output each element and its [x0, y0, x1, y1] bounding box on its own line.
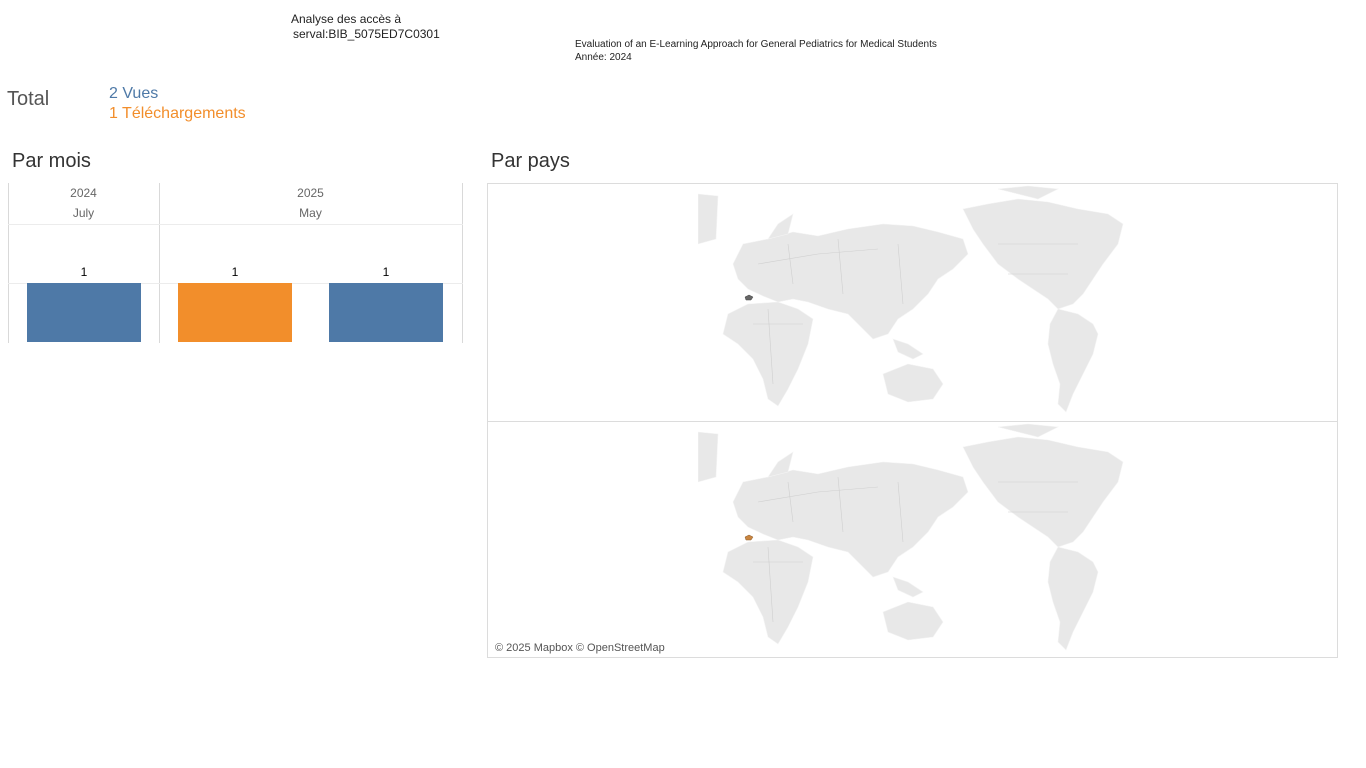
record-id: serval:BIB_5075ED7C0301 — [293, 27, 440, 41]
monthly-bar-chart[interactable]: 2024 July 2025 May 1 1 1 — [8, 183, 463, 343]
world-map-downloads — [698, 423, 1124, 651]
publication-title: Evaluation of an E-Learning Approach for… — [575, 39, 937, 50]
publication-header: Evaluation of an E-Learning Approach for… — [575, 38, 937, 64]
total-views: 2 Vues — [109, 85, 159, 102]
world-map-views — [698, 185, 1124, 413]
analysis-title: Analyse des accès à — [291, 12, 402, 26]
map-panel-views[interactable] — [698, 184, 1128, 420]
year-label-2024: 2024 — [70, 186, 97, 200]
map-attribution[interactable]: © 2025 Mapbox © OpenStreetMap — [495, 642, 665, 654]
chart-right-border — [462, 183, 463, 343]
country-map[interactable]: © 2025 Mapbox © OpenStreetMap — [487, 183, 1338, 658]
bar-value-label: 1 — [231, 265, 239, 279]
header-divider — [8, 224, 463, 225]
total-downloads: 1 Téléchargements — [109, 105, 246, 122]
bar-value-label: 1 — [80, 265, 88, 279]
switzerland-highlight-views[interactable] — [744, 294, 754, 301]
total-label: Total — [7, 88, 50, 110]
world-land — [698, 185, 1124, 413]
publication-year: Année: 2024 — [575, 52, 632, 63]
month-label-july: July — [72, 206, 95, 220]
by-month-title: Par mois — [12, 150, 91, 172]
switzerland-highlight-downloads[interactable] — [744, 534, 754, 541]
bar-2025-may-vues[interactable] — [329, 283, 443, 342]
bar-2024-july-vues[interactable] — [27, 283, 141, 342]
analysis-header: Analyse des accès à serval:BIB_5075ED7C0… — [291, 12, 440, 42]
map-panel-downloads[interactable] — [698, 422, 1128, 658]
world-land — [698, 423, 1124, 651]
bar-value-label: 1 — [382, 265, 390, 279]
by-country-title: Par pays — [491, 150, 570, 172]
bar-2025-may-telechargements[interactable] — [178, 283, 292, 342]
year-label-2025: 2025 — [297, 186, 324, 200]
month-label-may: May — [299, 206, 322, 220]
